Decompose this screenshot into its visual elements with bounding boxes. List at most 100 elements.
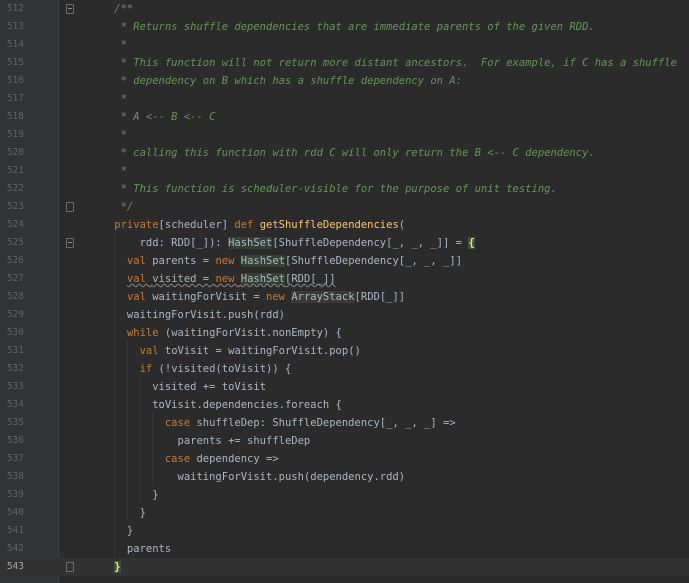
line-number: 521 [6,165,24,176]
code-token: ArrayStack [291,291,355,303]
code-text: * [89,162,127,180]
line-number: 524 [6,219,24,230]
code-line[interactable]: 513 * Returns shuffle dependencies that … [0,18,689,36]
code-token: * [89,165,127,177]
code-text: parents [89,540,171,558]
code-text: toVisit.dependencies.foreach { [89,396,342,414]
code-line[interactable]: 535 case shuffleDep: ShuffleDependency[_… [0,414,689,432]
code-token: [RDD[_]] [354,291,406,303]
code-line[interactable]: 532 if (!visited(toVisit)) { [0,360,689,378]
code-line[interactable]: 533 visited += toVisit [0,378,689,396]
code-token: * Returns shuffle dependencies that are … [89,21,595,33]
code-line[interactable]: 518 * A <-- B <-- C [0,108,689,126]
code-line[interactable]: 542 parents [0,540,689,558]
code-line[interactable]: 543 } [0,558,689,576]
line-number: 537 [6,453,24,464]
line-number: 538 [6,471,24,482]
code-line[interactable]: 522 * This function is scheduler-visible… [0,180,689,198]
code-line[interactable]: 515 * This function will not return more… [0,54,689,72]
code-token: waitingForVisit = [152,291,267,303]
code-text: * [89,126,127,144]
line-number: 530 [6,327,24,338]
fold-collapse-icon[interactable] [66,238,74,248]
code-text: while (waitingForVisit.nonEmpty) { [89,324,342,342]
line-number: 515 [6,57,24,68]
code-line[interactable]: 529 waitingForVisit.push(rdd) [0,306,689,324]
code-token: parents [89,543,172,555]
code-token: getShuffleDependencies [259,219,399,231]
code-token: new [215,255,241,267]
code-token: * [89,39,127,51]
code-line[interactable]: 523 */ [0,198,689,216]
code-line[interactable]: 539 } [0,486,689,504]
code-text: * calling this function with rdd C will … [89,144,595,162]
code-line[interactable]: 525 rdd: RDD[_]): HashSet[ShuffleDepende… [0,234,689,252]
code-token: visited = [152,273,216,285]
code-text: } [89,504,146,522]
code-token: * This function is scheduler-visible for… [89,183,557,195]
code-text: } [89,486,158,504]
code-line[interactable]: 516 * dependency on B which has a shuffl… [0,72,689,90]
code-line[interactable]: 530 while (waitingForVisit.nonEmpty) { [0,324,689,342]
code-text: parents += shuffleDep [89,432,311,450]
code-token: HashSet [228,237,273,249]
code-line[interactable]: 514 * [0,36,689,54]
code-line[interactable]: 531 val toVisit = waitingForVisit.pop() [0,342,689,360]
line-number: 517 [6,93,24,104]
code-line[interactable]: 540 } [0,504,689,522]
code-line[interactable]: 537 case dependency => [0,450,689,468]
fold-end-icon[interactable] [66,562,74,572]
code-token: waitingForVisit.push(dependency.rdd) [89,471,406,483]
code-line[interactable]: 528 val waitingForVisit = new ArrayStack… [0,288,689,306]
line-number: 525 [6,237,24,248]
code-token: shuffleDep: ShuffleDependency[_, _, _] =… [196,417,456,429]
code-text: private[scheduler] def getShuffleDepende… [89,216,405,234]
code-line[interactable]: 536 parents += shuffleDep [0,432,689,450]
code-token: * This function will not return more dis… [89,57,677,69]
code-token: parents = [152,255,216,267]
code-text: /** [89,0,133,18]
code-line[interactable]: 526 val parents = new HashSet[ShuffleDep… [0,252,689,270]
line-number: 533 [6,381,24,392]
line-number: 518 [6,111,24,122]
code-text: * A <-- B <-- C [89,108,216,126]
code-line[interactable]: 538 waitingForVisit.push(dependency.rdd) [0,468,689,486]
line-number: 532 [6,363,24,374]
line-number: 542 [6,543,24,554]
line-number: 526 [6,255,24,266]
line-number: 543 [6,561,24,572]
line-number: 539 [6,489,24,500]
line-number: 536 [6,435,24,446]
code-text: val waitingForVisit = new ArrayStack[RDD… [89,288,405,306]
code-line[interactable]: 517 * [0,90,689,108]
line-number: 534 [6,399,24,410]
code-token: new [215,273,241,285]
fold-end-icon[interactable] [66,202,74,212]
code-line[interactable]: 520 * calling this function with rdd C w… [0,144,689,162]
code-token: new [266,291,292,303]
code-text: * This function will not return more dis… [89,54,677,72]
code-line[interactable]: 521 * [0,162,689,180]
code-text: * [89,90,127,108]
code-editor[interactable]: 512 /** 513 * Returns shuffle dependencie… [0,0,689,583]
code-line[interactable]: 527 val visited = new HashSet[RDD[_]] [0,270,689,288]
line-number: 514 [6,39,24,50]
code-line[interactable]: 534 toVisit.dependencies.foreach { [0,396,689,414]
fold-collapse-icon[interactable] [66,4,74,14]
code-token: val [126,291,153,303]
code-text: case dependency => [89,450,279,468]
code-line[interactable]: 541 } [0,522,689,540]
code-line[interactable]: 512 /** [0,0,689,18]
code-line[interactable]: 519 * [0,126,689,144]
line-number: 531 [6,345,24,356]
code-token: [RDD[_]] [285,273,336,285]
line-number: 529 [6,309,24,320]
code-token: val [126,255,153,267]
code-token: private [89,219,159,231]
code-text: val toVisit = waitingForVisit.pop() [89,342,361,360]
code-line[interactable]: 524 private[scheduler] def getShuffleDep… [0,216,689,234]
